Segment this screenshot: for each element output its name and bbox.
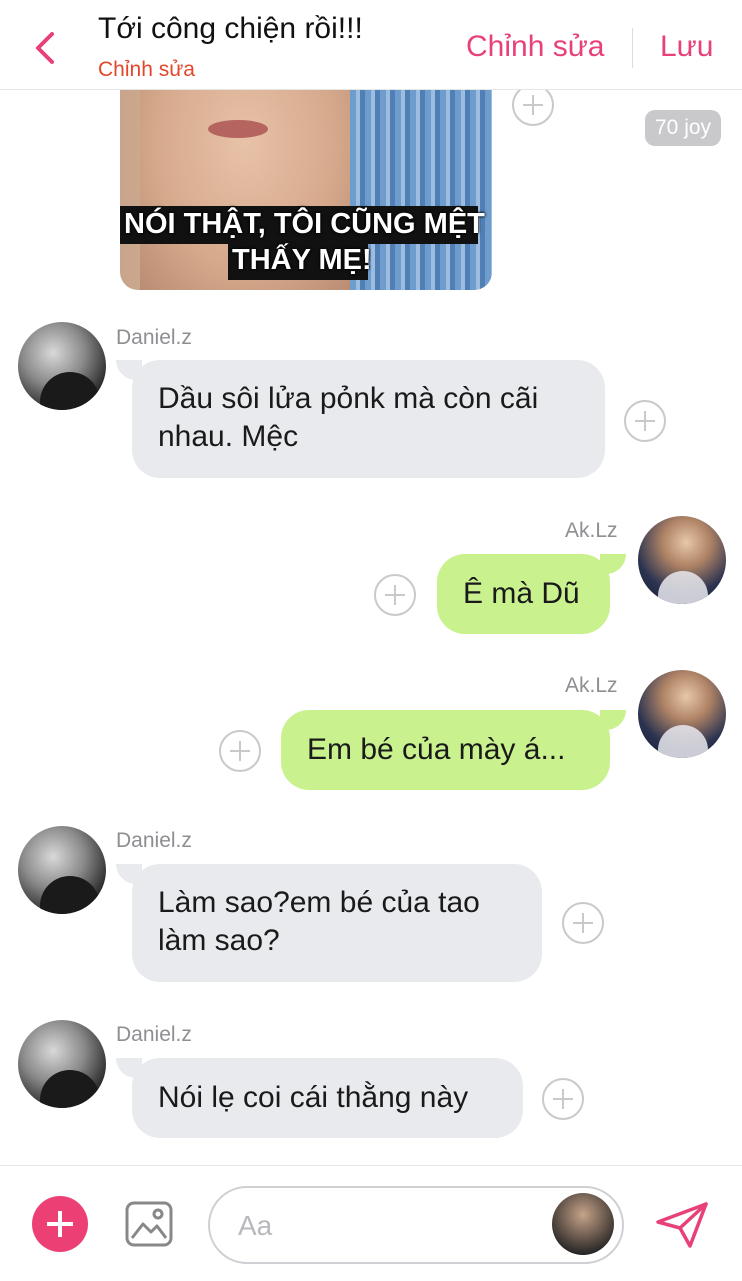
plus-icon[interactable] [32,1196,88,1252]
sticker-caption-line1: NÓI THẬT, TÔI CŨNG MỆT [124,208,485,240]
avatar[interactable] [638,516,726,604]
image-button[interactable] [124,1200,174,1248]
message-text-line1: Ê mà Dũ [463,577,580,610]
message-text-line1: Em bé của mày á... [307,733,566,766]
sender-name: Ak.Lz [565,519,618,542]
message-text-line1: Nói lẹ coi cái thằng này [158,1081,469,1114]
joy-badge: 70 joy [645,110,722,146]
chevron-left-icon [36,32,54,64]
sender-name: Daniel.z [116,1023,192,1046]
sender-name: Daniel.z [116,326,192,349]
message-bubble[interactable]: Ê mà Dũ [437,554,610,634]
composer-bar [0,1165,742,1281]
add-reaction-icon[interactable] [374,574,416,616]
send-button[interactable] [654,1200,710,1250]
avatar[interactable] [18,1020,106,1108]
avatar[interactable] [18,322,106,410]
chat-header: Tới công chiện rồi!!! Chỉnh sửa Chỉnh sử… [0,0,742,90]
message-bubble[interactable]: Làm sao?em bé của tao làm sao? [132,864,542,982]
avatar[interactable] [638,670,726,758]
sender-name: Daniel.z [116,829,192,852]
add-reaction-icon[interactable] [624,400,666,442]
header-divider [632,28,633,68]
message-text-line1: Làm sao?em bé của tao [158,886,480,919]
sticker-caption-line2: THẤY MẸ! [232,244,372,276]
message-bubble[interactable]: Dầu sôi lửa pỏnk mà còn cãi nhau. Mệc [132,360,605,478]
message-input[interactable] [238,1206,538,1246]
save-button[interactable]: Lưu [660,30,713,64]
add-reaction-icon[interactable] [219,730,261,772]
back-button[interactable] [28,28,62,68]
message-input-box[interactable] [208,1186,624,1264]
avatar[interactable] [552,1193,614,1255]
sticker-image[interactable]: NÓI THẬT, TÔI CŨNG MỆT THẤY MẸ! [120,90,492,290]
add-reaction-icon[interactable] [512,90,554,126]
send-icon [656,1202,708,1248]
add-reaction-icon[interactable] [562,902,604,944]
sender-name: Ak.Lz [565,674,618,697]
chat-subtitle[interactable]: Chỉnh sửa [98,58,195,82]
message-list[interactable]: NÓI THẬT, TÔI CŨNG MỆT THẤY MẸ! 70 joy D… [0,90,742,1165]
edit-button[interactable]: Chỉnh sửa [466,30,605,64]
message-text-line2: nhau. Mệc [158,420,299,453]
sticker-lips [208,120,268,138]
message-text-line1: Dầu sôi lửa pỏnk mà còn cãi [158,382,539,415]
message-text-line2: làm sao? [158,924,280,957]
add-reaction-icon[interactable] [542,1078,584,1120]
chat-title: Tới công chiện rồi!!! [98,12,363,45]
image-icon [125,1201,173,1247]
message-bubble[interactable]: Nói lẹ coi cái thằng này [132,1058,523,1138]
avatar[interactable] [18,826,106,914]
message-bubble[interactable]: Em bé của mày á... [281,710,610,790]
